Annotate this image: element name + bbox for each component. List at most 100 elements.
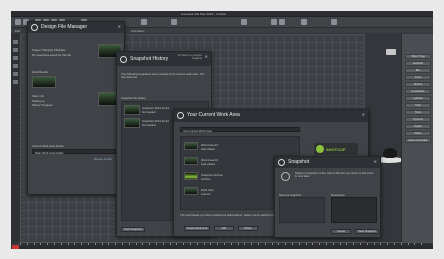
work-area-thumbnail[interactable] <box>184 187 198 195</box>
delete-work-area-button[interactable]: Delete <box>238 226 258 231</box>
task-label: Task: unit <box>32 94 44 98</box>
object-type-label: Object Type <box>405 54 431 59</box>
partner-logo-icon <box>316 145 324 153</box>
snapshot-preview <box>279 197 325 223</box>
pyramid-button[interactable]: Pyramid <box>405 117 431 122</box>
dialog-header: Your Current Work Area ✕ <box>174 110 368 122</box>
timeline-tick <box>264 243 266 245</box>
tool-icon[interactable] <box>13 40 18 44</box>
viewcube[interactable] <box>386 49 396 55</box>
create-work-area-button[interactable]: Create Work Area <box>184 226 210 231</box>
tool-icon[interactable] <box>13 64 18 68</box>
work-area-folder-dropdown[interactable]: Main Work Area Folder <box>32 149 120 155</box>
bundle-label: Work Bundle <box>32 70 48 74</box>
autogrid-checkbox[interactable]: AutoGrid <box>405 61 431 66</box>
timeline-tick <box>176 243 177 245</box>
timeline-tick <box>135 243 137 245</box>
left-toolbar <box>11 34 20 242</box>
cancel-button[interactable]: Cancel <box>331 229 351 234</box>
tube-button[interactable]: Tube <box>405 103 431 108</box>
close-icon[interactable]: ✕ <box>362 112 365 117</box>
undo-icon[interactable] <box>15 19 21 25</box>
layer-icon[interactable] <box>171 19 177 25</box>
menu-edit[interactable]: Edit <box>15 29 20 33</box>
work-area-thumbnail[interactable] <box>184 142 198 150</box>
material-icon[interactable] <box>241 19 247 25</box>
render-setup-icon[interactable] <box>271 19 277 25</box>
dialog-subtitle: Go back to a previous snapshot <box>177 54 202 60</box>
snapshot-dialog: Snapshot ✕ Saving a snapshot of the curr… <box>274 156 381 238</box>
teapot-button[interactable]: Teapot <box>405 124 431 129</box>
curve-editor-icon[interactable] <box>301 19 307 25</box>
dropdown-value: Main Work Area Folder <box>35 150 64 155</box>
bundle-thumbnail[interactable] <box>32 76 56 88</box>
timeline-tick <box>115 243 116 245</box>
close-icon[interactable]: ✕ <box>118 24 121 29</box>
scene-teapot[interactable] <box>383 148 397 158</box>
cone-button[interactable]: Cone <box>405 75 431 80</box>
timeline-tick <box>400 243 402 245</box>
work-area-thumbnail[interactable] <box>184 172 198 180</box>
save-snapshot-button[interactable]: Save Snapshot <box>355 229 379 234</box>
render-icon[interactable] <box>279 19 285 25</box>
timeline-tick <box>230 243 232 245</box>
timeline-tick <box>387 243 388 245</box>
timeline-tick <box>196 243 198 245</box>
project-label: Project: Shipping Pfitzplatz <box>32 48 66 52</box>
timeline-tick <box>101 243 103 245</box>
work-area-meta: Last edited <box>201 146 215 151</box>
clock-icon <box>281 172 290 181</box>
timeline-tick <box>74 243 75 245</box>
partner-logo: SHOTCUP <box>314 143 358 155</box>
snapshot-message: Saving a snapshot of the current file le… <box>295 171 374 179</box>
timeline-tick <box>183 243 184 245</box>
schematic-icon[interactable] <box>331 19 337 25</box>
app-logo-icon <box>177 112 184 119</box>
tool-icon[interactable] <box>13 80 18 84</box>
menu-animation[interactable]: Animation <box>131 29 144 33</box>
close-icon[interactable]: ✕ <box>205 54 208 59</box>
dialog-header: Design File Manager ✕ <box>28 22 124 33</box>
timeline-tick <box>142 243 143 245</box>
timeline-tick <box>20 243 21 245</box>
design-file-manager-dialog: Design File Manager ✕ Project: Shipping … <box>27 21 125 195</box>
snapshot-meta: Not loaded <box>142 110 156 114</box>
link-icon[interactable] <box>141 19 147 25</box>
close-icon[interactable]: ✕ <box>374 159 377 164</box>
snapshot-thumbnail[interactable] <box>124 118 140 128</box>
timeline-tick <box>366 243 368 245</box>
tool-icon[interactable] <box>13 72 18 76</box>
snapshot-list-label: Snapshot list (Date) <box>121 96 146 100</box>
name-and-color-label: Name and Color <box>405 138 431 143</box>
dialog-title: Your Current Work Area <box>187 112 240 118</box>
timeline-tick <box>54 243 55 245</box>
tool-icon[interactable] <box>13 48 18 52</box>
snapshot-info-text: The following snapshots were created in … <box>121 72 205 80</box>
timeline-tick <box>210 243 211 245</box>
timeline-tick <box>339 243 341 245</box>
maxscript-listener-button[interactable] <box>12 245 19 249</box>
work-area-thumbnail[interactable] <box>184 157 198 165</box>
torus-button[interactable]: Torus <box>405 110 431 115</box>
cylinder-button[interactable]: Cylinder <box>405 96 431 101</box>
timeline-tick <box>190 243 191 245</box>
timeline-tick <box>203 243 205 245</box>
snapshot-thumbnail[interactable] <box>124 105 140 115</box>
snapshot-meta: Not loaded <box>142 123 156 127</box>
sphere-button[interactable]: Sphere <box>405 82 431 87</box>
timeline-tick <box>244 243 245 245</box>
work-area-meta: Archive <box>201 176 211 181</box>
edit-work-area-button[interactable]: Edit <box>214 226 234 231</box>
description-textarea[interactable] <box>331 197 377 223</box>
timeline-tick <box>373 243 375 245</box>
open-snapshot-button[interactable]: Open Snapshot <box>121 227 145 232</box>
timeline-tick <box>258 243 259 245</box>
tool-icon[interactable] <box>13 56 18 60</box>
browse-folder-link[interactable]: Browse Folder <box>94 157 112 161</box>
box-button[interactable]: Box <box>405 68 431 73</box>
work-area-field[interactable]: Your current Work Area <box>180 127 300 133</box>
plane-button[interactable]: Plane <box>405 131 431 136</box>
timeline-tick <box>162 243 164 245</box>
partner-logo-text: SHOTCUP <box>326 146 346 152</box>
geosphere-button[interactable]: GeoSphere <box>405 89 431 94</box>
